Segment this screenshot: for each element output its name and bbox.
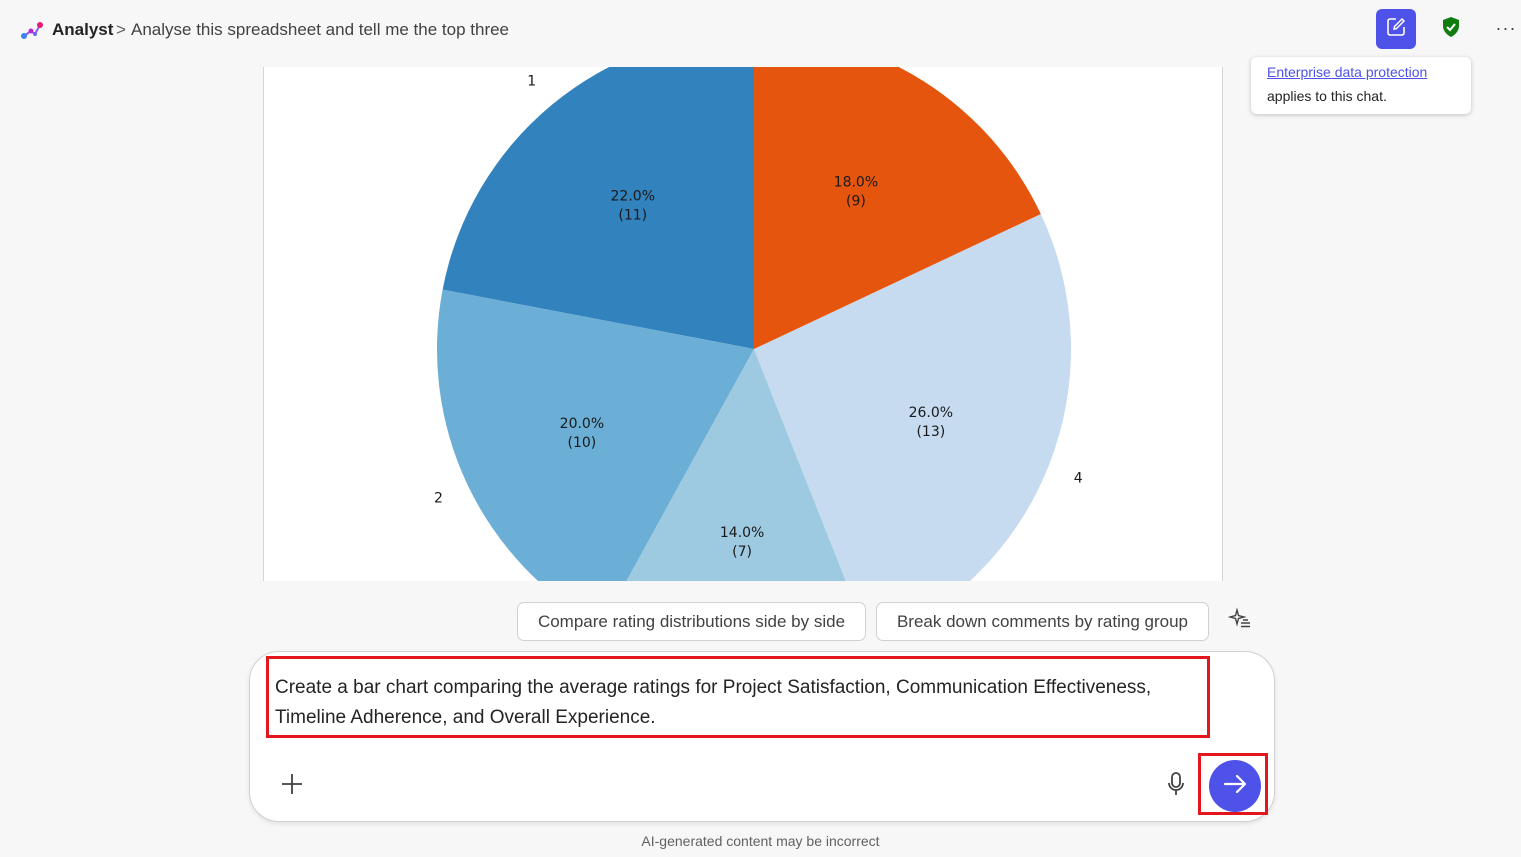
- send-arrow-icon: [1222, 771, 1248, 802]
- suggestion-chip-breakdown[interactable]: Break down comments by rating group: [876, 602, 1209, 641]
- pie-category-label: 4: [1074, 470, 1083, 486]
- tooltip-text: applies to this chat.: [1267, 88, 1387, 104]
- pie-percent-label: 22.0%: [611, 188, 655, 204]
- ai-disclaimer: AI-generated content may be incorrect: [641, 833, 880, 849]
- sparkle-icon: [1227, 606, 1252, 636]
- pie-count-label: (7): [732, 544, 752, 560]
- more-icon: ···: [1495, 18, 1517, 38]
- message-composer: Create a bar chart comparing the average…: [249, 651, 1275, 822]
- suggestion-chip-compare[interactable]: Compare rating distributions side by sid…: [517, 602, 866, 641]
- enterprise-data-protection-link[interactable]: Enterprise data protection: [1267, 64, 1455, 80]
- compose-icon: [1385, 16, 1407, 43]
- pie-count-label: (9): [846, 193, 866, 209]
- pie-chart-card: 22.0% (11) 1 20.0% (10) 2 14.0% (7) 26.0% (13) 4 18…: [263, 67, 1223, 581]
- data-protection-tooltip: Enterprise data protection applies to th…: [1251, 57, 1471, 114]
- breadcrumb-separator: >: [116, 20, 126, 39]
- pie-percent-label: 14.0%: [720, 525, 764, 541]
- voice-input-button[interactable]: [1162, 771, 1190, 801]
- analyst-logo-icon: [20, 19, 44, 41]
- new-chat-button[interactable]: [1376, 9, 1416, 49]
- add-attachment-button[interactable]: [278, 772, 306, 800]
- pie-count-label: (11): [618, 207, 647, 223]
- pie-chart: 22.0% (11) 1 20.0% (10) 2 14.0% (7) 26.0% (13) 4 18…: [434, 67, 1083, 581]
- microphone-icon: [1166, 771, 1186, 802]
- send-button[interactable]: [1209, 760, 1261, 812]
- more-suggestions-button[interactable]: [1226, 606, 1254, 636]
- pie-count-label: (13): [916, 424, 945, 440]
- breadcrumb-chat-title[interactable]: Analyse this spreadsheet and tell me the…: [131, 20, 509, 40]
- prompt-input[interactable]: Create a bar chart comparing the average…: [275, 673, 1200, 733]
- pie-percent-label: 20.0%: [560, 416, 604, 432]
- data-protection-button[interactable]: [1436, 14, 1466, 44]
- pie-category-label: 2: [434, 490, 443, 506]
- more-options-button[interactable]: ···: [1492, 14, 1520, 44]
- pie-percent-label: 26.0%: [909, 405, 953, 421]
- plus-icon: [280, 772, 304, 801]
- pie-percent-label: 18.0%: [834, 174, 878, 190]
- pie-count-label: (10): [568, 435, 597, 451]
- top-bar: Analyst > Analyse this spreadsheet and t…: [0, 0, 1521, 62]
- shield-check-icon: [1441, 16, 1461, 43]
- pie-category-label: 1: [527, 73, 536, 89]
- breadcrumb-app-name[interactable]: Analyst: [52, 20, 113, 40]
